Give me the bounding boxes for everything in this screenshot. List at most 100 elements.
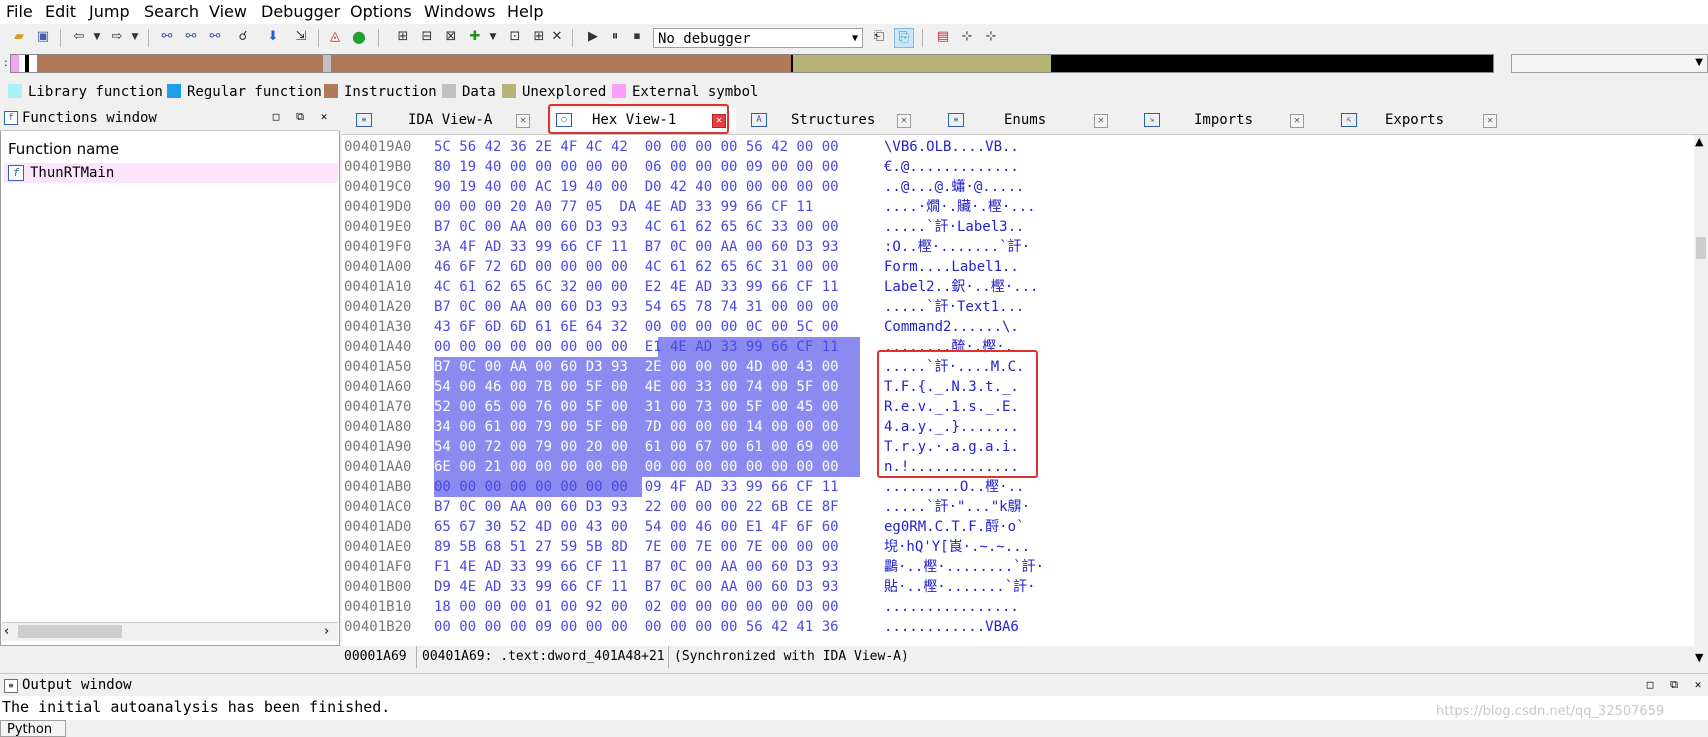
scroll-left-icon[interactable]: ‹ bbox=[4, 624, 9, 639]
hex-bytes[interactable]: F1 4E AD 33 99 66 CF 11 B7 0C 00 AA 00 6… bbox=[434, 557, 839, 577]
hex-bytes[interactable]: 80 19 40 00 00 00 00 00 06 00 00 00 09 0… bbox=[434, 157, 839, 177]
hex-bytes[interactable]: 46 6F 72 6D 00 00 00 00 4C 61 62 65 6C 3… bbox=[434, 257, 839, 277]
binoculars-text-icon[interactable]: ⚯ bbox=[182, 28, 200, 46]
hex-row[interactable]: 00401AB0 00 00 00 00 00 00 00 00 09 4F AD… bbox=[342, 477, 1702, 497]
breakpoint-remove-icon[interactable]: ⊹ bbox=[982, 28, 1000, 46]
menu-file[interactable]: File bbox=[6, 2, 33, 21]
hex-bytes[interactable]: D9 4E AD 33 99 66 CF 11 B7 0C 00 AA 00 6… bbox=[434, 577, 839, 597]
hex-bytes[interactable]: 5C 56 42 36 2E 4F 4C 42 00 00 00 00 56 4… bbox=[434, 137, 839, 157]
hex-bytes[interactable]: 52 00 65 00 76 00 5F 00 31 00 73 00 5F 0… bbox=[434, 397, 839, 417]
hex-row[interactable]: 00401A00 46 6F 72 6D 00 00 00 00 4C 61 62… bbox=[342, 257, 1702, 277]
green-circle-icon[interactable]: ● bbox=[350, 28, 368, 46]
play-icon[interactable]: ▶ bbox=[584, 28, 602, 46]
search-next-icon[interactable]: ☌ bbox=[234, 28, 252, 46]
hex-ascii[interactable]: 貼·..樫·.......`訐· bbox=[884, 577, 1036, 597]
jump-down-icon[interactable]: ⬇ bbox=[264, 28, 282, 46]
hex-bytes[interactable]: 6E 00 21 00 00 00 00 00 00 00 00 00 00 0… bbox=[434, 457, 839, 477]
close-tab-icon[interactable]: ✕ bbox=[897, 114, 911, 128]
make-string-icon[interactable]: ⊠ bbox=[442, 28, 460, 46]
tab-enums[interactable]: ≡ Enums ✕ bbox=[944, 108, 1124, 132]
hex-bytes[interactable]: 65 67 30 52 4D 00 43 00 54 00 46 00 E1 4… bbox=[434, 517, 839, 537]
hex-bytes[interactable]: 00 00 00 00 09 00 00 00 00 00 00 00 56 4… bbox=[434, 617, 839, 637]
menu-help[interactable]: Help bbox=[507, 2, 543, 21]
hex-bytes[interactable]: 89 5B 68 51 27 59 5B 8D 7E 00 7E 00 7E 0… bbox=[434, 537, 839, 557]
hex-ascii[interactable]: Label2..鈬·..樫·... bbox=[884, 277, 1038, 297]
hex-ascii[interactable]: .........O..樫·.. bbox=[884, 477, 1024, 497]
hex-row[interactable]: 00401AE0 89 5B 68 51 27 59 5B 8D 7E 00 7E… bbox=[342, 537, 1702, 557]
hex-ascii[interactable]: eg0RM.C.T.F.酹·o` bbox=[884, 517, 1024, 537]
hex-bytes[interactable]: B7 0C 00 AA 00 60 D3 93 54 65 78 74 31 0… bbox=[434, 297, 839, 317]
breakpoint-list-icon[interactable]: ▤ bbox=[934, 28, 952, 46]
scroll-right-icon[interactable]: › bbox=[324, 624, 329, 639]
hex-row[interactable]: 00401A20 B7 0C 00 AA 00 60 D3 93 54 65 78… bbox=[342, 297, 1702, 317]
hex-bytes[interactable]: 4C 61 62 65 6C 32 00 00 E2 4E AD 33 99 6… bbox=[434, 277, 839, 297]
hex-row[interactable]: 00401B10 18 00 00 00 01 00 92 00 02 00 00… bbox=[342, 597, 1702, 617]
hex-bytes[interactable]: B7 0C 00 AA 00 60 D3 93 2E 00 00 00 4D 0… bbox=[434, 357, 839, 377]
hex-ascii[interactable]: \VB6.OLB....VB.. bbox=[884, 137, 1019, 157]
hex-bytes[interactable]: B7 0C 00 AA 00 60 D3 93 22 00 00 00 22 6… bbox=[434, 497, 839, 517]
restore-icon[interactable]: ⧉ bbox=[294, 111, 306, 123]
nav-combo[interactable]: ▼ bbox=[1511, 54, 1708, 73]
pause-icon[interactable]: ⏸ bbox=[606, 28, 624, 46]
maximize-icon[interactable]: □ bbox=[1644, 679, 1656, 691]
save-icon[interactable]: ▣ bbox=[34, 28, 52, 46]
close-tab-icon[interactable]: ✕ bbox=[1483, 114, 1497, 128]
debugger-select[interactable]: No debugger ▼ bbox=[653, 28, 863, 48]
hex-bytes[interactable]: 00 00 00 00 00 00 00 00 E1 4E AD 33 99 6… bbox=[434, 337, 839, 357]
maximize-icon[interactable]: □ bbox=[270, 111, 282, 123]
restore-icon[interactable]: ⧉ bbox=[1668, 679, 1680, 691]
hex-ascii[interactable]: .....`訐·Text1... bbox=[884, 297, 1024, 317]
hex-vscrollbar[interactable]: ▲ ▼ bbox=[1694, 135, 1708, 668]
navigation-band[interactable] bbox=[10, 54, 1494, 73]
hex-row[interactable]: 00401AC0 B7 0C 00 AA 00 60 D3 93 22 00 00… bbox=[342, 497, 1702, 517]
enum-icon[interactable]: ⊞ bbox=[530, 28, 548, 46]
debugger-options-icon[interactable]: ⎘ bbox=[894, 28, 914, 48]
hex-ascii[interactable]: ............VBA6 bbox=[884, 617, 1019, 637]
make-code-icon[interactable]: ⊞ bbox=[394, 28, 412, 46]
hex-row[interactable]: 00401A30 43 6F 6D 6D 61 6E 64 32 00 00 00… bbox=[342, 317, 1702, 337]
hex-ascii[interactable]: :O..樫·.......`訐· bbox=[884, 237, 1030, 257]
menu-edit[interactable]: Edit bbox=[45, 2, 76, 21]
stop-icon[interactable]: ⏹ bbox=[628, 28, 646, 46]
hex-ascii[interactable]: Command2......\. bbox=[884, 317, 1019, 337]
breakpoint-add-icon[interactable]: ⊹ bbox=[958, 28, 976, 46]
hex-ascii[interactable]: ................ bbox=[884, 597, 1019, 617]
tab-ida-view-a[interactable]: ≡ IDA View-A ✕ bbox=[352, 108, 532, 132]
scroll-up-icon[interactable]: ▲ bbox=[1695, 135, 1703, 148]
hex-bytes[interactable]: 43 6F 6D 6D 61 6E 64 32 00 00 00 00 0C 0… bbox=[434, 317, 839, 337]
hex-bytes[interactable]: 54 00 72 00 79 00 20 00 61 00 67 00 61 0… bbox=[434, 437, 839, 457]
hex-row[interactable]: 004019D0 00 00 00 20 A0 77 05 DA 4E AD 33… bbox=[342, 197, 1702, 217]
hex-bytes[interactable]: 00 00 00 00 00 00 00 00 09 4F AD 33 99 6… bbox=[434, 477, 839, 497]
hex-ascii[interactable]: .....`訐·Label3.. bbox=[884, 217, 1024, 237]
make-data-icon[interactable]: ⊟ bbox=[418, 28, 436, 46]
undefine-icon[interactable]: ✕ bbox=[548, 28, 566, 46]
hex-row[interactable]: 004019B0 80 19 40 00 00 00 00 00 06 00 00… bbox=[342, 157, 1702, 177]
scroll-thumb[interactable] bbox=[18, 625, 122, 638]
hex-ascii[interactable]: Form....Label1.. bbox=[884, 257, 1019, 277]
close-tab-icon[interactable]: ✕ bbox=[516, 114, 530, 128]
menu-view[interactable]: View bbox=[209, 2, 247, 21]
hex-bytes[interactable]: 54 00 46 00 7B 00 5F 00 4E 00 33 00 74 0… bbox=[434, 377, 839, 397]
tab-structures[interactable]: A Structures ✕ bbox=[747, 108, 927, 132]
scroll-down-icon[interactable]: ▼ bbox=[1695, 651, 1703, 664]
python-button[interactable]: Python bbox=[0, 720, 66, 737]
tab-imports[interactable]: ⇲ Imports ✕ bbox=[1140, 108, 1320, 132]
hex-row[interactable]: 00401B20 00 00 00 00 09 00 00 00 00 00 00… bbox=[342, 617, 1702, 637]
binoculars-binary-icon[interactable]: ⚯ bbox=[206, 28, 224, 46]
hex-ascii[interactable]: ....·燗·.贜·.樫·... bbox=[884, 197, 1036, 217]
hex-row[interactable]: 004019E0 B7 0C 00 AA 00 60 D3 93 4C 61 62… bbox=[342, 217, 1702, 237]
hex-row[interactable]: 00401B00 D9 4E AD 33 99 66 CF 11 B7 0C 00… bbox=[342, 577, 1702, 597]
hex-ascii[interactable]: 堄·hQ'Y[崀·.~.~... bbox=[884, 537, 1030, 557]
hex-row[interactable]: 004019F0 3A 4F AD 33 99 66 CF 11 B7 0C 00… bbox=[342, 237, 1702, 257]
back-arrow-icon[interactable]: ⇦ bbox=[70, 28, 88, 46]
close-icon[interactable]: ✕ bbox=[318, 111, 330, 123]
function-name-column-header[interactable]: Function name bbox=[8, 140, 119, 158]
functions-hscrollbar[interactable]: ‹ › bbox=[2, 622, 338, 641]
hex-bytes[interactable]: 18 00 00 00 01 00 92 00 02 00 00 00 00 0… bbox=[434, 597, 839, 617]
menu-options[interactable]: Options bbox=[350, 2, 412, 21]
close-icon[interactable]: ✕ bbox=[1692, 679, 1704, 691]
hex-row[interactable]: 00401AD0 65 67 30 52 4D 00 43 00 54 00 46… bbox=[342, 517, 1702, 537]
menu-jump[interactable]: Jump bbox=[89, 2, 130, 21]
menu-search[interactable]: Search bbox=[144, 2, 199, 21]
forward-dropdown-icon[interactable]: ▼ bbox=[126, 28, 144, 46]
